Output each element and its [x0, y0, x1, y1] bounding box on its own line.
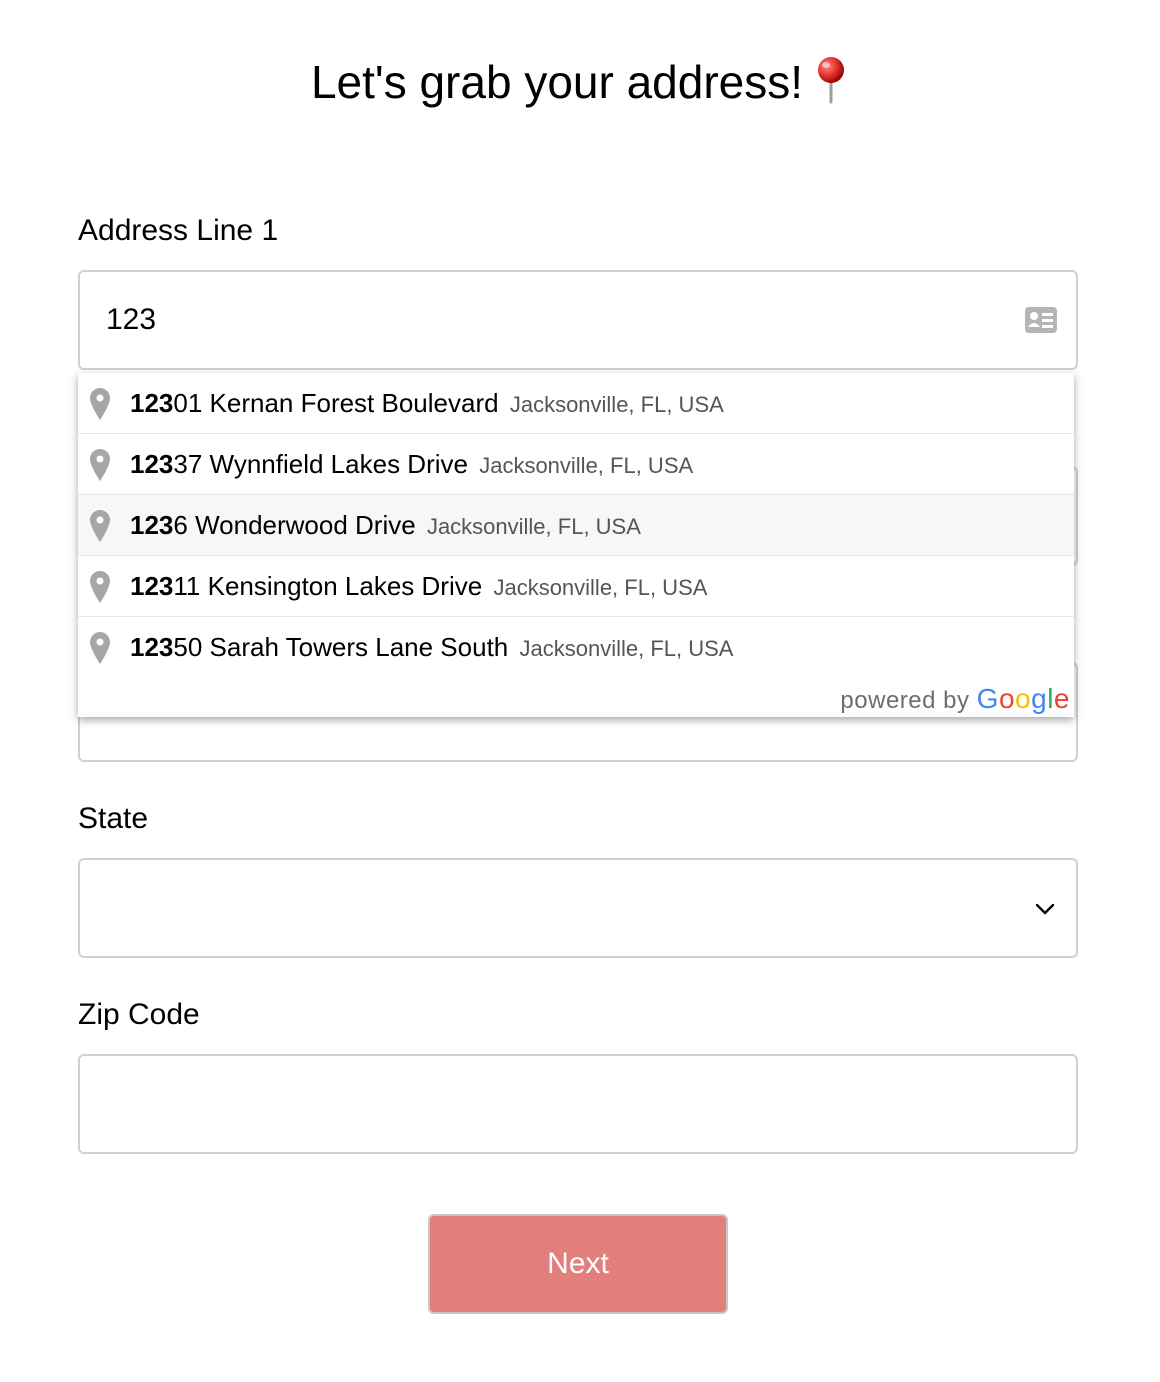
zip-code-input[interactable] — [78, 1054, 1078, 1154]
google-letter: o — [998, 683, 1016, 714]
chevron-down-icon[interactable] — [1034, 898, 1056, 920]
suggestion-item-highlighted[interactable]: 1236 Wonderwood Drive Jacksonville, FL, … — [78, 495, 1074, 556]
google-letter: G — [976, 683, 999, 714]
suggestion-match: 123 — [130, 571, 174, 601]
location-pin-icon — [90, 388, 110, 420]
google-letter: o — [1015, 683, 1032, 714]
location-pin-icon — [90, 510, 110, 542]
suggestion-secondary: Jacksonville, FL, USA — [509, 392, 724, 417]
suggestion-text[interactable]: 12337 Wynnfield Lakes Drive Jacksonville… — [130, 434, 693, 496]
suggestion-match: 123 — [130, 449, 174, 479]
suggestion-match: 123 — [130, 510, 174, 540]
suggestion-item[interactable]: 12337 Wynnfield Lakes Drive Jacksonville… — [78, 434, 1074, 495]
suggestion-secondary: Jacksonville, FL, USA — [519, 636, 734, 661]
contact-card-icon[interactable] — [1024, 306, 1058, 334]
state-label: State — [78, 802, 149, 835]
suggestion-main: 37 Wynnfield Lakes Drive — [173, 449, 468, 479]
attribution-prefix: powered by — [840, 687, 970, 714]
suggestion-text[interactable]: 12350 Sarah Towers Lane South Jacksonvil… — [130, 617, 733, 679]
page-title-text: Let's grab your address! — [310, 56, 804, 108]
suggestion-match: 123 — [130, 388, 174, 418]
suggestion-match: 123 — [130, 632, 174, 662]
zip-code-label: Zip Code — [78, 998, 200, 1031]
autocomplete-dropdown: 12301 Kernan Forest Boulevard Jacksonvil… — [78, 373, 1074, 717]
suggestion-item[interactable]: 12301 Kernan Forest Boulevard Jacksonvil… — [78, 373, 1074, 434]
suggestion-text[interactable]: 12311 Kensington Lakes Drive Jacksonvill… — [130, 556, 707, 618]
suggestion-item[interactable]: 12311 Kensington Lakes Drive Jacksonvill… — [78, 556, 1074, 617]
page-title: Let's grab your address! — [0, 52, 1160, 112]
suggestion-main: 11 Kensington Lakes Drive — [173, 571, 483, 601]
suggestion-main: 50 Sarah Towers Lane South — [173, 632, 509, 662]
google-letter: g — [1031, 683, 1048, 714]
address-line-1-label: Address Line 1 — [78, 214, 279, 247]
suggestion-text[interactable]: 1236 Wonderwood Drive Jacksonville, FL, … — [130, 495, 641, 557]
suggestion-secondary: Jacksonville, FL, USA — [426, 514, 641, 539]
google-letter: e — [1053, 683, 1070, 714]
google-letter: l — [1047, 683, 1054, 714]
suggestion-item[interactable]: 12350 Sarah Towers Lane South Jacksonvil… — [78, 617, 1074, 678]
google-logo: Google — [977, 683, 1070, 714]
suggestion-secondary: Jacksonville, FL, USA — [479, 453, 694, 478]
next-button[interactable]: Next — [428, 1214, 728, 1314]
address-line-1-input[interactable]: 123 — [78, 270, 1078, 370]
location-pin-icon — [90, 632, 110, 664]
round-pushpin-icon — [818, 57, 845, 104]
suggestion-main: 6 Wonderwood Drive — [173, 510, 416, 540]
location-pin-icon — [90, 571, 110, 603]
state-select[interactable] — [78, 858, 1078, 958]
suggestion-text[interactable]: 12301 Kernan Forest Boulevard Jacksonvil… — [130, 373, 724, 435]
suggestion-main: 01 Kernan Forest Boulevard — [173, 388, 499, 418]
powered-by-google: powered by Google — [840, 681, 1070, 717]
address-line-1-value[interactable]: 123 — [106, 272, 156, 368]
suggestion-secondary: Jacksonville, FL, USA — [493, 575, 708, 600]
location-pin-icon — [90, 449, 110, 481]
